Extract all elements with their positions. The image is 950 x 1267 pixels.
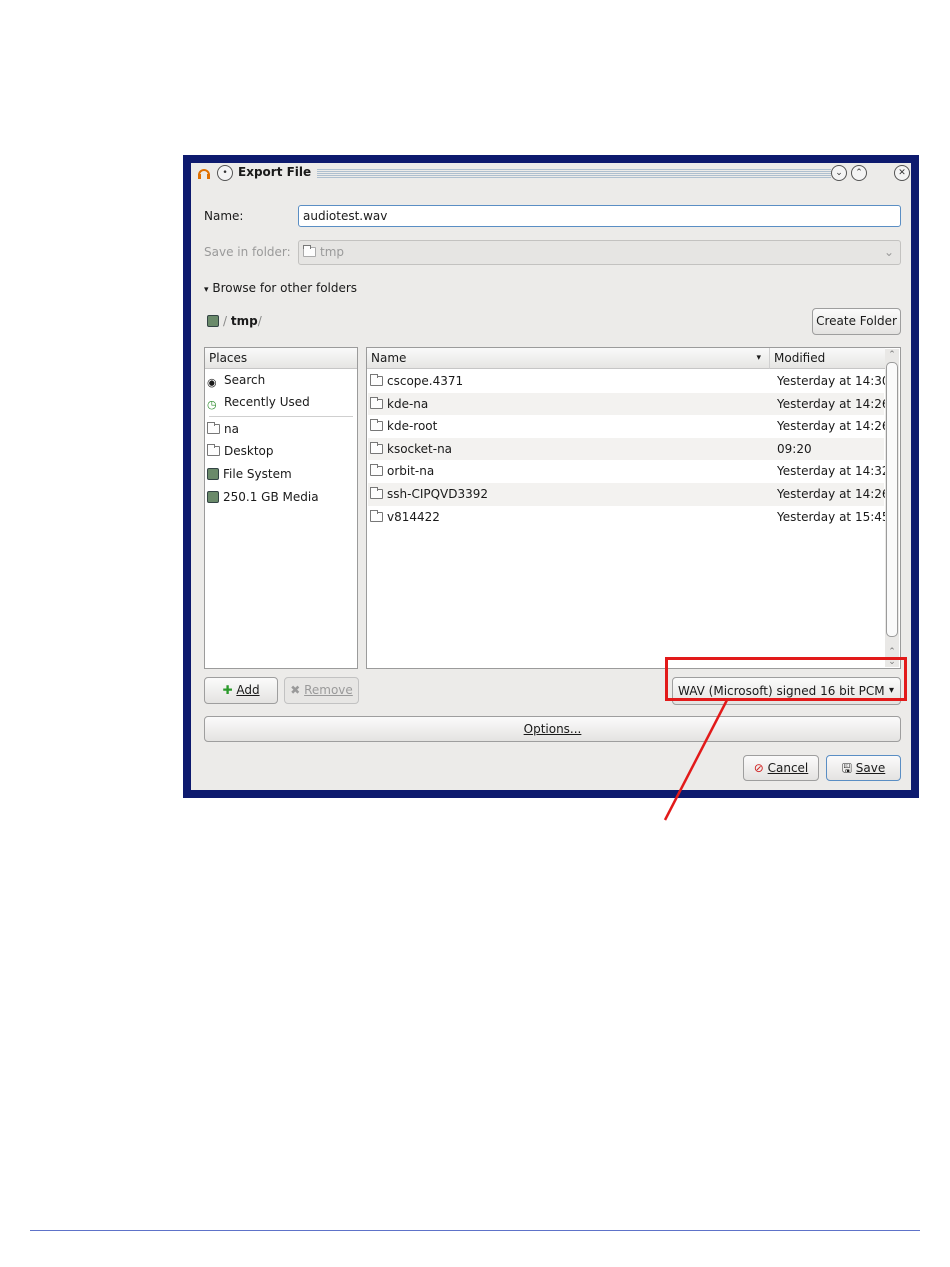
annotation-pointer-line xyxy=(663,699,729,821)
page-footer-rule xyxy=(30,1230,920,1231)
